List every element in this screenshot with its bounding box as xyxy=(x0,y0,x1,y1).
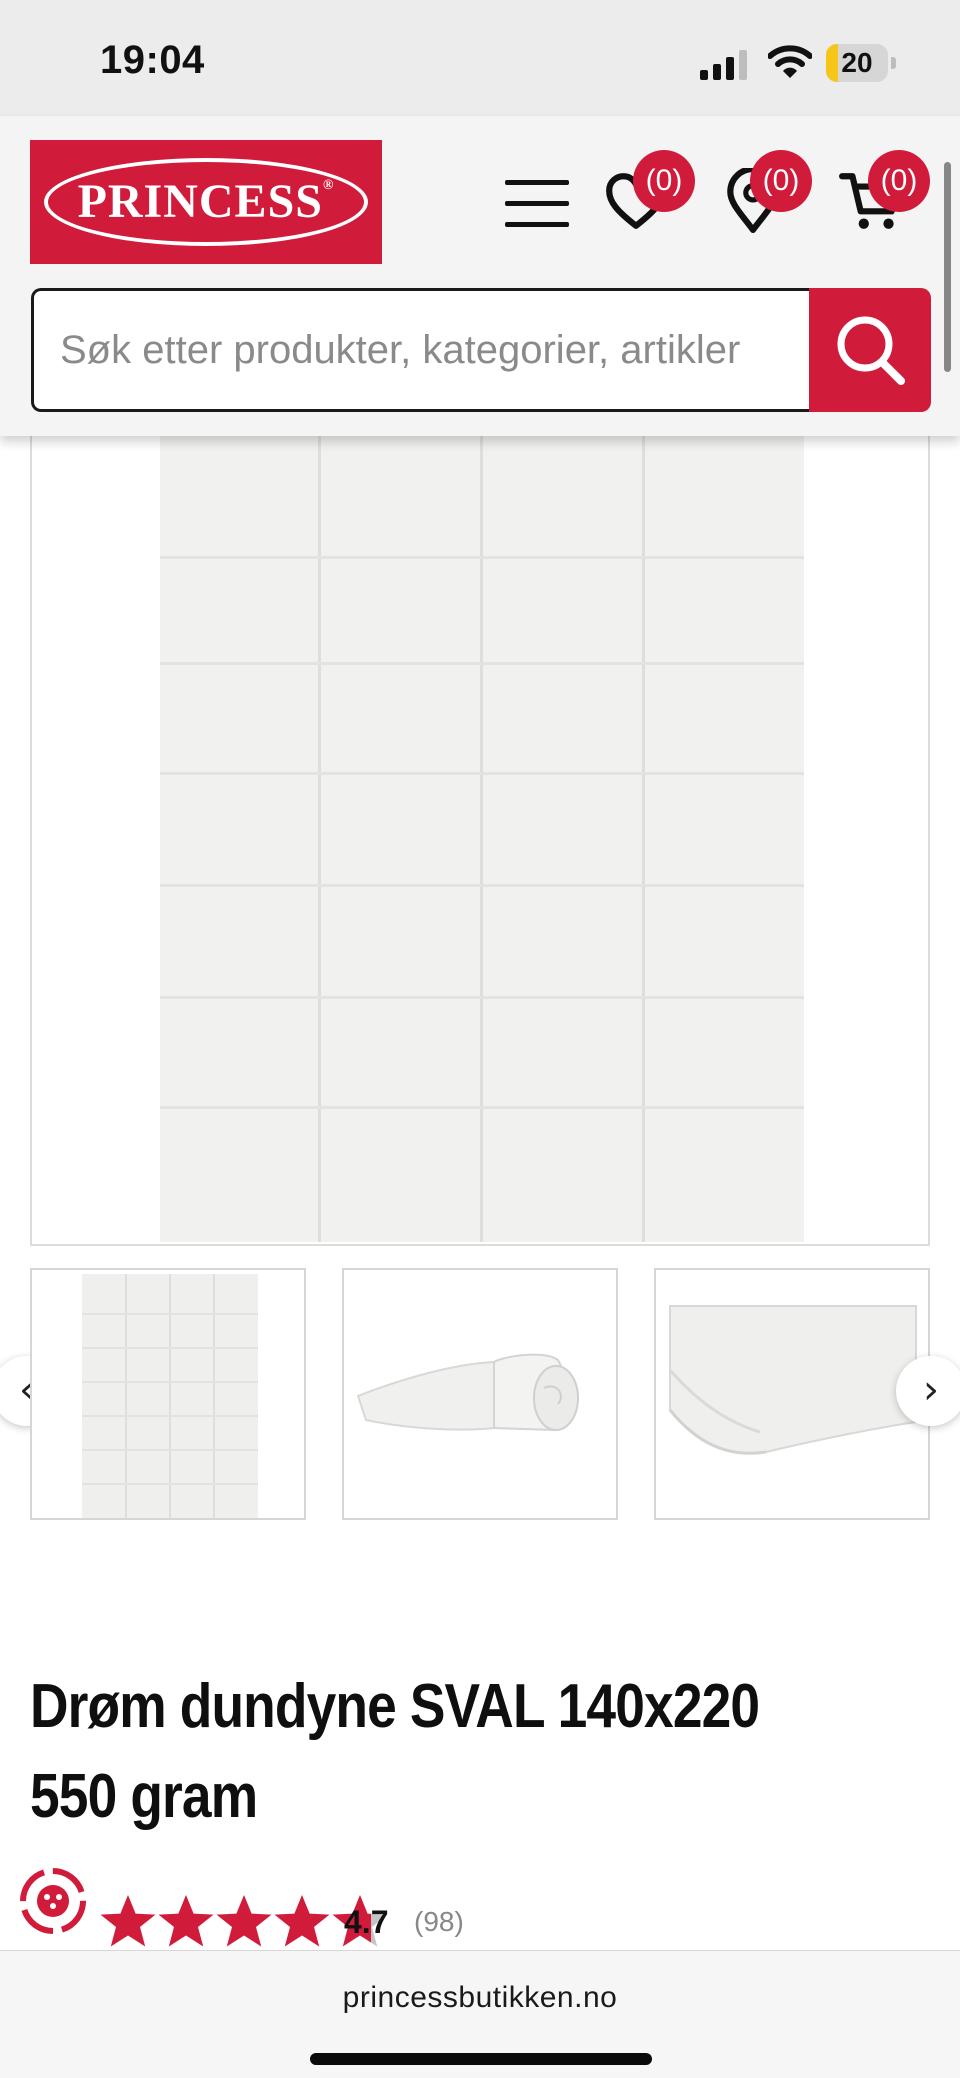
star-icon xyxy=(100,1895,156,1947)
search-button[interactable] xyxy=(809,288,931,412)
wishlist-count-badge: (0) xyxy=(633,150,695,212)
stores-count-badge: (0) xyxy=(750,150,812,212)
home-indicator xyxy=(310,2053,652,2065)
wifi-icon xyxy=(768,45,812,78)
gallery-next-button[interactable]: › xyxy=(896,1356,960,1426)
status-time: 19:04 xyxy=(100,38,205,82)
rating-count[interactable]: (98) xyxy=(414,1906,464,1938)
star-icon xyxy=(216,1895,272,1947)
duvet-image xyxy=(160,422,804,1242)
star-icon xyxy=(158,1895,214,1947)
duvet-corner-thumbnail xyxy=(668,1305,917,1455)
hamburger-icon-line xyxy=(505,201,569,206)
battery-icon: 20 xyxy=(826,44,896,82)
wishlist-button[interactable]: (0) xyxy=(603,150,695,238)
hamburger-icon-line xyxy=(505,180,569,185)
scrollbar[interactable] xyxy=(944,162,951,372)
main-product-image[interactable] xyxy=(30,420,930,1246)
cart-button[interactable]: (0) xyxy=(838,150,930,238)
battery-level: 20 xyxy=(841,47,873,78)
princess-logo[interactable]: PRINCESS® xyxy=(30,140,382,264)
hamburger-icon-line xyxy=(505,222,569,227)
logo-text: PRINCESS xyxy=(77,175,323,228)
browser-bottom-bar: princessbutikken.no xyxy=(0,1950,960,2078)
star-icon xyxy=(274,1895,330,1947)
store-locator-button[interactable]: (0) xyxy=(720,150,812,238)
menu-button[interactable] xyxy=(505,180,569,228)
thumbnail-2[interactable] xyxy=(342,1268,618,1520)
thumbnail-3[interactable] xyxy=(654,1268,930,1520)
cellular-signal-icon xyxy=(700,50,747,80)
review-provider-logo-icon[interactable] xyxy=(16,1864,90,1938)
duvet-rolled-thumbnail xyxy=(356,1353,579,1432)
logo-registered-mark: ® xyxy=(322,178,335,193)
browser-url[interactable]: princessbutikken.no xyxy=(0,1981,960,2015)
cart-count-badge: (0) xyxy=(868,150,930,212)
product-title: Drøm dundyne SVAL 140x220 550 gram xyxy=(30,1672,760,1831)
rating-value: 4.7 xyxy=(344,1904,389,1940)
thumbnail-1[interactable] xyxy=(30,1268,306,1520)
duvet-flat-thumbnail xyxy=(82,1274,258,1518)
status-bar: 19:04 20 xyxy=(0,0,960,116)
search-icon xyxy=(837,316,905,385)
site-header: PRINCESS® (0) (0) (0) xyxy=(0,116,960,436)
search-input[interactable] xyxy=(31,288,813,412)
search-bar xyxy=(31,288,931,412)
